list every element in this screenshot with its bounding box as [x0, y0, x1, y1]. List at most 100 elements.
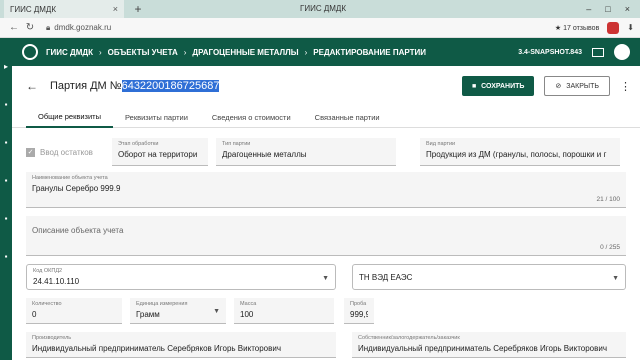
logo-icon[interactable]	[22, 44, 38, 60]
assay-field[interactable]: Проба 999,9	[344, 298, 374, 324]
batch-number[interactable]: 6432200186725687	[121, 80, 220, 92]
owner-field[interactable]: Собственник/залогодержатель/заказчик Инд…	[352, 332, 626, 358]
cancel-icon: ⊘	[555, 83, 562, 90]
field-label: Тип партии	[222, 141, 251, 147]
url-text: dmdk.goznak.ru	[54, 23, 112, 32]
page-title-prefix: Партия ДМ №	[50, 80, 122, 92]
quantity-field[interactable]: Количество 0	[26, 298, 122, 324]
field-label: Этап обработки	[118, 141, 159, 147]
address-bar: ← ↻ 🔒︎ dmdk.goznak.ru ★ 17 отзывов ⬇	[0, 18, 640, 38]
floppy-icon: ■	[471, 82, 477, 90]
reviews-text: 17 отзывов	[563, 24, 600, 32]
breadcrumb: ГИИС ДМДК › ОБЪЕКТЫ УЧЕТА › ДРАГОЦЕННЫЕ …	[46, 47, 426, 57]
breadcrumb-item: РЕДАКТИРОВАНИЕ ПАРТИИ	[313, 47, 426, 57]
close-button[interactable]: ⊘ ЗАКРЫТЬ	[544, 76, 610, 96]
field-value: Индивидуальный предприниматель Серебряко…	[32, 344, 281, 353]
tab-cost[interactable]: Сведения о стоимости	[200, 106, 303, 128]
field-value: 100	[240, 310, 254, 319]
rail-icon[interactable]: ▪	[0, 100, 12, 114]
tab-related[interactable]: Связанные партии	[303, 106, 392, 128]
tn-ved-field[interactable]: ТН ВЭД ЕАЭС ▼	[352, 264, 626, 290]
field-placeholder: Описание объекта учета	[32, 226, 124, 235]
field-label: Единица измерения	[136, 301, 188, 307]
input-balance-checkbox[interactable]: ✓ Ввод остатков	[26, 148, 93, 157]
checkbox-label: Ввод остатков	[40, 148, 93, 157]
avatar[interactable]	[614, 44, 630, 60]
okpd2-field[interactable]: Код ОКПД2 24.41.10.110 ▼	[26, 264, 336, 290]
extension-icon[interactable]	[607, 21, 620, 34]
breadcrumb-item[interactable]: ОБЪЕКТЫ УЧЕТА	[108, 48, 178, 57]
tab-general[interactable]: Общие реквизиты	[26, 106, 113, 128]
manufacturer-field[interactable]: Производитель Индивидуальный предпринима…	[26, 332, 336, 358]
batch-type-field[interactable]: Тип партии Драгоценные металлы	[216, 138, 396, 166]
rail-icon[interactable]: ▪	[0, 252, 12, 266]
field-value: Драгоценные металлы	[222, 150, 307, 159]
field-label: Наименование объекта учета	[32, 175, 108, 181]
app-name[interactable]: ГИИС ДМДК	[46, 48, 93, 57]
field-value: 24.41.10.110	[33, 277, 80, 286]
field-value: Оборот на территори	[118, 150, 198, 159]
close-label: ЗАКРЫТЬ	[566, 82, 599, 90]
app: ▸ ▪ ▪ ▪ ▪ ▪ ГИИС ДМДК › ОБЪЕКТЫ УЧЕТА › …	[0, 38, 640, 360]
rail-icon[interactable]: ▪	[0, 214, 12, 228]
field-value: 0	[32, 310, 37, 319]
field-label: Код ОКПД2	[33, 268, 63, 274]
close-icon[interactable]: ×	[113, 4, 118, 14]
app-header: ГИИС ДМДК › ОБЪЕКТЫ УЧЕТА › ДРАГОЦЕННЫЕ …	[12, 38, 640, 66]
more-icon[interactable]: ⋮	[620, 80, 631, 93]
browser-tab[interactable]: ГИИС ДМДК ×	[4, 0, 124, 18]
breadcrumb-item[interactable]: ДРАГОЦЕННЫЕ МЕТАЛЛЫ	[192, 48, 298, 57]
object-description-field[interactable]: Описание объекта учета 0 / 255	[26, 216, 626, 256]
back-arrow-icon[interactable]: ←	[26, 79, 38, 93]
save-label: СОХРАНИТЬ	[481, 82, 525, 90]
char-counter: 0 / 255	[600, 244, 620, 251]
save-button[interactable]: ■ СОХРАНИТЬ	[461, 76, 535, 96]
new-tab-button[interactable]: +	[130, 2, 146, 16]
chevron-down-icon: ▼	[213, 308, 220, 315]
url-field[interactable]: 🔒︎ dmdk.goznak.ru	[46, 23, 111, 33]
chevron-down-icon: ▼	[322, 275, 329, 282]
field-label: Производитель	[32, 335, 72, 341]
field-label: Масса	[240, 301, 257, 307]
field-label: Количество	[32, 301, 62, 307]
rail-icon[interactable]: ▪	[0, 176, 12, 190]
rail-icon[interactable]: ▸	[0, 62, 12, 76]
field-label: Проба	[350, 301, 367, 307]
rail-icon[interactable]: ▪	[0, 138, 12, 152]
refresh-icon[interactable]: ↻	[22, 22, 38, 33]
back-nav-icon[interactable]: ←	[6, 22, 22, 33]
window-title: ГИИС ДМДК	[300, 4, 346, 13]
page-title: Партия ДМ №6432200186725687	[50, 80, 220, 92]
close-window-icon[interactable]: ×	[625, 4, 630, 14]
tab-batch-details[interactable]: Реквизиты партии	[113, 106, 200, 128]
mail-icon[interactable]	[592, 47, 604, 57]
maximize-icon[interactable]: □	[605, 4, 610, 14]
field-label: ТН ВЭД ЕАЭС	[359, 273, 413, 282]
batch-kind-field[interactable]: Вид партии Продукция из ДМ (гранулы, пол…	[420, 138, 620, 166]
mass-field[interactable]: Масса 100	[234, 298, 334, 324]
lock-icon: 🔒︎	[46, 22, 51, 32]
field-label: Собственник/залогодержатель/заказчик	[358, 335, 460, 341]
download-icon[interactable]: ⬇	[627, 23, 634, 32]
reviews-badge[interactable]: ★ 17 отзывов	[555, 24, 599, 32]
field-value: Гранулы Серебро 999.9	[32, 184, 121, 193]
field-value: Продукция из ДМ (гранулы, полосы, порошк…	[426, 150, 607, 159]
tab-strip: Общие реквизиты Реквизиты партии Сведени…	[12, 106, 640, 128]
unit-select[interactable]: Единица измерения Грамм ▼	[130, 298, 226, 324]
field-label: Вид партии	[426, 141, 456, 147]
browser-tabbar: ГИИС ДМДК × + ГИИС ДМДК – □ ×	[0, 0, 640, 18]
object-name-field[interactable]: Наименование объекта учета Гранулы Сереб…	[26, 172, 626, 208]
title-bar: ← Партия ДМ №6432200186725687 ■ СОХРАНИТЬ…	[12, 66, 640, 106]
version-label: 3.4-SNAPSHOT.843	[518, 48, 582, 56]
field-value: Грамм	[136, 310, 160, 319]
side-rail: ▸ ▪ ▪ ▪ ▪ ▪	[0, 38, 12, 360]
main-content: ← Партия ДМ №6432200186725687 ■ СОХРАНИТЬ…	[12, 66, 640, 360]
chevron-down-icon: ▼	[612, 275, 619, 282]
stage-field[interactable]: Этап обработки Оборот на территори	[112, 138, 208, 166]
char-counter: 21 / 100	[596, 196, 621, 203]
browser-tab-title: ГИИС ДМДК	[10, 4, 56, 14]
checkbox-icon: ✓	[26, 148, 35, 157]
minimize-icon[interactable]: –	[586, 4, 591, 14]
field-value: 999,9	[350, 310, 368, 319]
field-value: Индивидуальный предприниматель Серебряко…	[358, 344, 607, 353]
